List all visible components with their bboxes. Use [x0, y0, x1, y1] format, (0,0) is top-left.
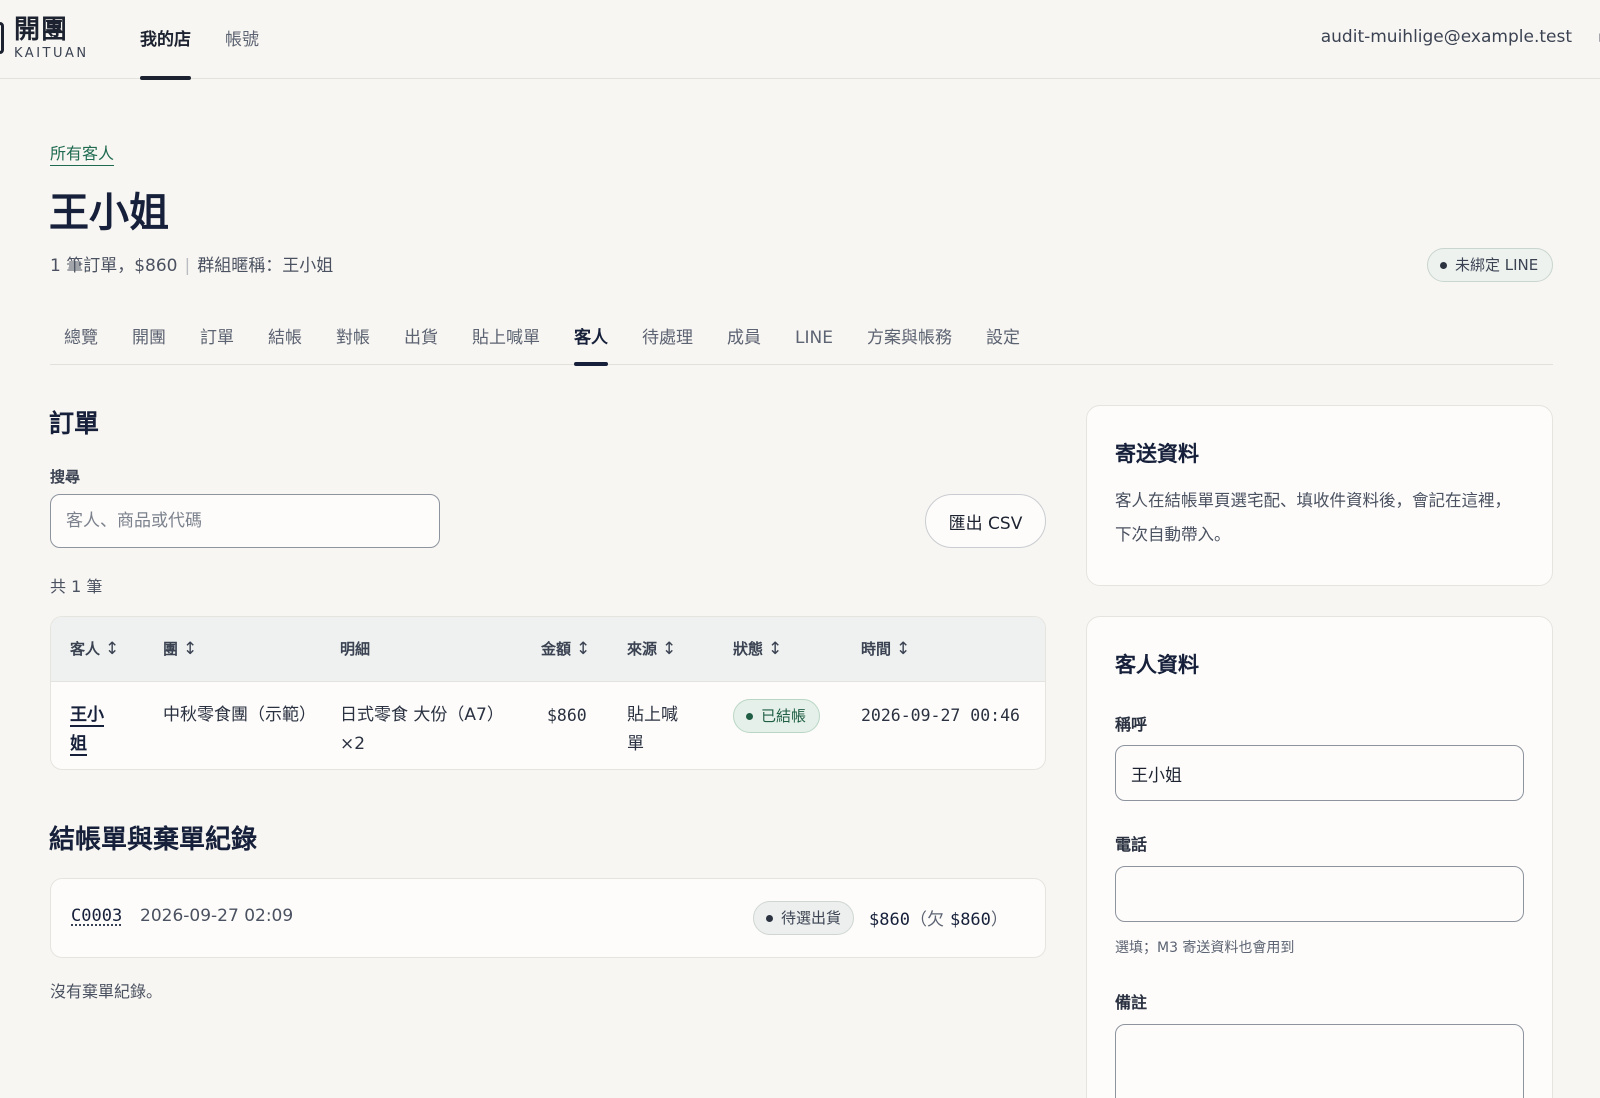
nav-account[interactable]: 帳號 — [225, 0, 259, 79]
cell-group: 中秋零食團（示範） — [163, 705, 316, 725]
search-input[interactable] — [50, 494, 440, 548]
name-field[interactable] — [1115, 745, 1524, 801]
table-header: 客人 ↕ 團 ↕ 明細 金額 ↕ 來源 ↕ 狀態 ↕ 時間 ↕ — [51, 617, 1045, 682]
summary-group-nickname: 群組暱稱：王小姐 — [197, 256, 334, 276]
column-header-customer[interactable]: 客人 ↕ — [70, 638, 119, 660]
account-email[interactable]: audit-muihlige@example.test — [1321, 27, 1572, 47]
brand-name-en: KAITUAN — [14, 46, 89, 61]
tab-shipping[interactable]: 出貨 — [404, 318, 438, 365]
tab-overview[interactable]: 總覽 — [64, 318, 98, 365]
orders-heading: 訂單 — [49, 409, 100, 438]
logo-icon — [0, 22, 4, 54]
checkout-status-badge: 待選出貨 — [753, 901, 855, 935]
name-label: 稱呼 — [1115, 715, 1148, 734]
main-nav: 我的店 帳號 — [140, 0, 293, 80]
breadcrumb-all-customers[interactable]: 所有客人 — [50, 144, 115, 166]
brand-logo[interactable]: 開團 KAITUAN — [14, 14, 89, 62]
tab-plan-billing[interactable]: 方案與帳務 — [867, 318, 952, 365]
sort-icon: ↕ — [576, 639, 591, 659]
tab-reconcile[interactable]: 對帳 — [336, 318, 370, 365]
sort-icon: ↕ — [105, 639, 120, 659]
cell-source: 貼上喊單 — [627, 705, 678, 754]
tab-orders[interactable]: 訂單 — [200, 318, 234, 365]
phone-field[interactable] — [1115, 866, 1524, 922]
phone-hint: 選填；M3 寄送資料也會用到 — [1115, 940, 1295, 956]
customer-info-title: 客人資料 — [1115, 653, 1199, 677]
checkout-status-label: 待選出貨 — [781, 909, 842, 927]
column-header-source[interactable]: 來源 ↕ — [627, 638, 676, 660]
cell-amount: $860 — [547, 706, 587, 725]
shipping-description: 客人在結帳單頁選宅配、填收件資料後，會記在這裡，下次自動帶入。 — [1115, 491, 1511, 544]
owed-prefix: （欠 — [909, 910, 944, 930]
cell-detail: 日式零食 大份（A7）×2 — [340, 705, 504, 754]
summary-divider: | — [184, 256, 191, 276]
summary-orders: 1 筆訂單，$860 — [50, 256, 178, 276]
checkout-amount: $860（欠 $860） — [869, 905, 1008, 930]
orders-table: 客人 ↕ 團 ↕ 明細 金額 ↕ 來源 ↕ 狀態 ↕ 時間 ↕ 王小姐 中秋零食團（示範） … — [50, 616, 1046, 770]
note-field[interactable] — [1115, 1024, 1524, 1098]
tab-paste-orders[interactable]: 貼上喊單 — [472, 318, 540, 365]
tab-pending[interactable]: 待處理 — [642, 318, 693, 365]
tab-open-group[interactable]: 開團 — [132, 318, 166, 365]
checkout-record: C0003 2026-09-27 02:09 待選出貨 $860（欠 $860） — [50, 878, 1046, 958]
shipping-info-card: 寄送資料 客人在結帳單頁選宅配、填收件資料後，會記在這裡，下次自動帶入。 — [1086, 405, 1553, 586]
brand-name: 開團 — [14, 15, 69, 45]
note-label: 備註 — [1115, 993, 1148, 1012]
status-dot-icon — [1440, 261, 1447, 269]
column-header-amount[interactable]: 金額 ↕ — [541, 638, 590, 660]
result-count: 共 1 筆 — [50, 577, 103, 596]
column-header-time[interactable]: 時間 ↕ — [861, 638, 910, 660]
owed-suffix: ） — [990, 910, 1008, 930]
sort-icon: ↕ — [768, 639, 783, 659]
line-status-label: 未綁定 LINE — [1455, 256, 1539, 274]
tab-checkout[interactable]: 結帳 — [268, 318, 302, 365]
page-title: 王小姐 — [49, 190, 169, 236]
status-dot-icon — [746, 712, 753, 720]
export-csv-button[interactable]: 匯出 CSV — [925, 494, 1046, 548]
nav-my-shop[interactable]: 我的店 — [140, 0, 191, 80]
customer-summary: 1 筆訂單，$860 | 群組暱稱：王小姐 — [50, 254, 333, 278]
column-header-group[interactable]: 團 ↕ — [163, 638, 197, 660]
no-abandon-note: 沒有棄單紀錄。 — [50, 982, 163, 1001]
top-bar: 開團 KAITUAN 我的店 帳號 audit-muihlige@example… — [0, 0, 1600, 80]
shipping-title: 寄送資料 — [1115, 442, 1199, 466]
search-label: 搜尋 — [50, 468, 81, 486]
shop-tabs: 總覽 開團 訂單 結帳 對帳 出貨 貼上喊單 客人 待處理 成員 LINE 方案… — [50, 318, 1553, 366]
sort-icon: ↕ — [662, 639, 677, 659]
sort-icon: ↕ — [896, 639, 911, 659]
tab-settings[interactable]: 設定 — [986, 318, 1020, 365]
cell-time: 2026-09-27 00:46 — [861, 706, 1020, 725]
phone-label: 電話 — [1115, 835, 1148, 854]
status-label: 已結帳 — [761, 707, 807, 725]
checkout-id-link[interactable]: C0003 — [71, 906, 122, 926]
tab-members[interactable]: 成員 — [727, 318, 761, 365]
tab-line[interactable]: LINE — [795, 318, 833, 365]
checkouts-heading: 結帳單與棄單紀錄 — [49, 825, 258, 855]
cell-customer-link[interactable]: 王小姐 — [70, 701, 116, 759]
status-dot-icon — [766, 914, 773, 922]
checkout-time: 2026-09-27 02:09 — [140, 906, 294, 926]
status-badge: 已結帳 — [733, 699, 821, 733]
tab-customers[interactable]: 客人 — [574, 318, 608, 366]
customer-info-card: 客人資料 稱呼 電話 選填；M3 寄送資料也會用到 備註 — [1086, 616, 1553, 1098]
column-header-detail: 明細 — [340, 640, 371, 658]
checkout-owed: $860 — [949, 910, 991, 930]
column-header-status[interactable]: 狀態 ↕ — [733, 638, 782, 660]
checkout-total: $860 — [869, 910, 910, 930]
line-status-badge: 未綁定 LINE — [1427, 248, 1554, 282]
sort-icon: ↕ — [183, 639, 198, 659]
